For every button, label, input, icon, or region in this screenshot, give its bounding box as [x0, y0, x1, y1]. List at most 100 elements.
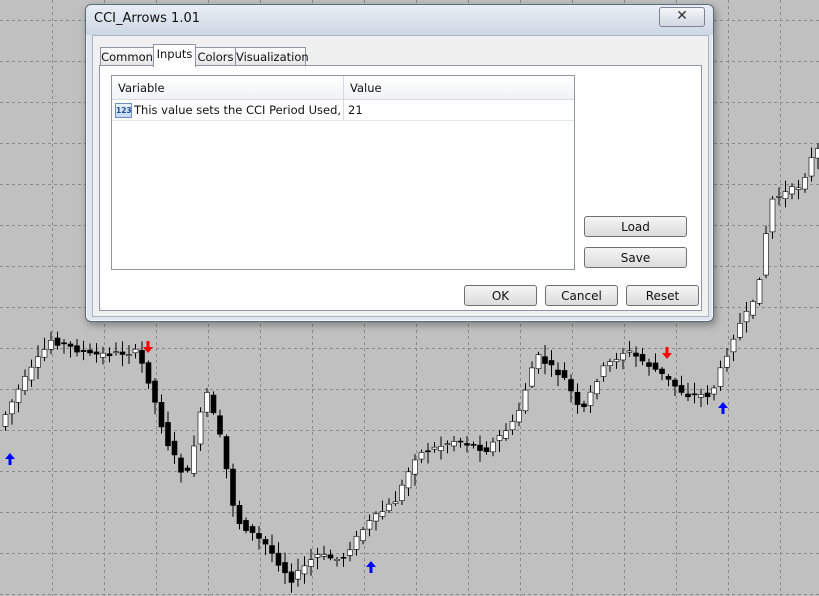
close-icon[interactable]: ✕	[659, 7, 705, 27]
candle-body	[61, 342, 67, 345]
candle-body	[9, 401, 15, 415]
candle-body	[392, 501, 399, 504]
candle-body	[639, 354, 646, 362]
candle-body	[704, 392, 711, 398]
value-cell[interactable]: 21	[348, 100, 568, 120]
candle-body	[438, 446, 444, 451]
candle-body	[54, 337, 61, 346]
candle-body	[665, 376, 672, 380]
candle-body	[659, 368, 665, 375]
inputs-table: Variable Value 123 This value sets the C…	[111, 75, 575, 270]
candle-body	[724, 355, 730, 368]
candle-body	[223, 436, 230, 470]
candle-body	[672, 379, 678, 387]
candle-body	[184, 467, 191, 471]
candle-body	[236, 505, 243, 525]
tab-visualization[interactable]: Visualization	[235, 47, 309, 66]
candle-body	[74, 345, 80, 353]
candle-body	[568, 379, 574, 392]
candle-body	[217, 415, 223, 435]
candle-body	[782, 191, 789, 199]
candle-body	[80, 350, 87, 352]
candle-body	[633, 352, 639, 357]
dialog-title: CCI_Arrows 1.01	[94, 11, 200, 26]
table-row[interactable]: 123 This value sets the CCI Period Used,…	[112, 100, 574, 121]
ok-button[interactable]: OK	[464, 285, 537, 306]
candle-body	[802, 177, 808, 190]
variable-cell[interactable]: This value sets the CCI Period Used, The…	[134, 100, 340, 120]
indicator-properties-dialog: CCI_Arrows 1.01 ✕ Common Inputs Colors V…	[85, 4, 714, 322]
candle-body	[789, 186, 795, 195]
column-header-value[interactable]: Value	[344, 76, 574, 99]
candle-body	[145, 362, 152, 384]
candle-body	[756, 279, 763, 304]
candle-body	[555, 369, 561, 376]
candle-body	[691, 393, 698, 396]
candle-body	[763, 233, 769, 276]
candle-body	[301, 565, 308, 575]
candle-body	[431, 446, 438, 450]
candle-body	[646, 362, 652, 367]
candle-body	[210, 394, 217, 414]
candle-body	[587, 391, 594, 406]
inputs-panel: Variable Value 123 This value sets the C…	[99, 65, 702, 311]
candle-body	[678, 385, 685, 393]
candle-body	[490, 441, 496, 453]
candle-body	[35, 356, 41, 368]
candle-body	[795, 187, 802, 190]
candle-body	[743, 311, 750, 323]
candle-body	[347, 549, 353, 556]
candle-body	[737, 323, 743, 338]
candle-body	[113, 351, 119, 354]
candle-body	[451, 441, 457, 447]
candle-body	[399, 484, 405, 501]
tab-inputs[interactable]: Inputs	[153, 44, 196, 67]
candle-body	[626, 350, 633, 353]
candle-body	[698, 394, 704, 398]
candle-body	[360, 529, 366, 541]
candle-body	[711, 387, 717, 395]
candle-body	[165, 422, 171, 447]
save-button[interactable]: Save	[584, 247, 687, 268]
candle-body	[41, 349, 48, 358]
candle-body	[321, 554, 327, 557]
candle-body	[373, 513, 379, 522]
column-header-variable[interactable]: Variable	[112, 76, 343, 99]
tab-colors[interactable]: Colors	[195, 47, 236, 66]
candle-body	[470, 444, 477, 446]
candle-body	[503, 430, 509, 439]
candle-body	[457, 440, 464, 443]
candle-body	[139, 350, 145, 364]
candle-body	[808, 157, 815, 177]
candle-body	[282, 562, 288, 574]
dialog-titlebar[interactable]: CCI_Arrows 1.01 ✕	[86, 5, 713, 35]
candle-body	[386, 503, 392, 511]
candle-body	[295, 570, 301, 580]
candle-body	[366, 520, 373, 530]
candle-body	[379, 511, 386, 517]
candle-body	[93, 351, 100, 355]
candle-body	[607, 361, 613, 366]
candle-body	[717, 367, 724, 387]
candle-body	[776, 196, 782, 198]
candle-body	[522, 389, 529, 412]
candle-body	[230, 468, 236, 506]
candle-body	[594, 381, 600, 395]
candle-body	[496, 435, 503, 441]
candle-body	[28, 366, 35, 381]
candle-body	[67, 343, 74, 347]
cancel-button[interactable]: Cancel	[545, 285, 618, 306]
tab-common[interactable]: Common	[100, 47, 154, 66]
candle-body	[340, 557, 347, 559]
candle-body	[171, 440, 178, 456]
candle-body	[243, 520, 249, 531]
candle-body	[126, 354, 132, 356]
candle-body	[613, 359, 620, 362]
candle-body	[425, 450, 431, 453]
candle-body	[15, 388, 22, 403]
reset-button[interactable]: Reset	[626, 285, 699, 306]
load-button[interactable]: Load	[584, 216, 687, 237]
candle-body	[249, 526, 256, 533]
candle-body	[509, 421, 516, 431]
candle-body	[353, 536, 360, 550]
